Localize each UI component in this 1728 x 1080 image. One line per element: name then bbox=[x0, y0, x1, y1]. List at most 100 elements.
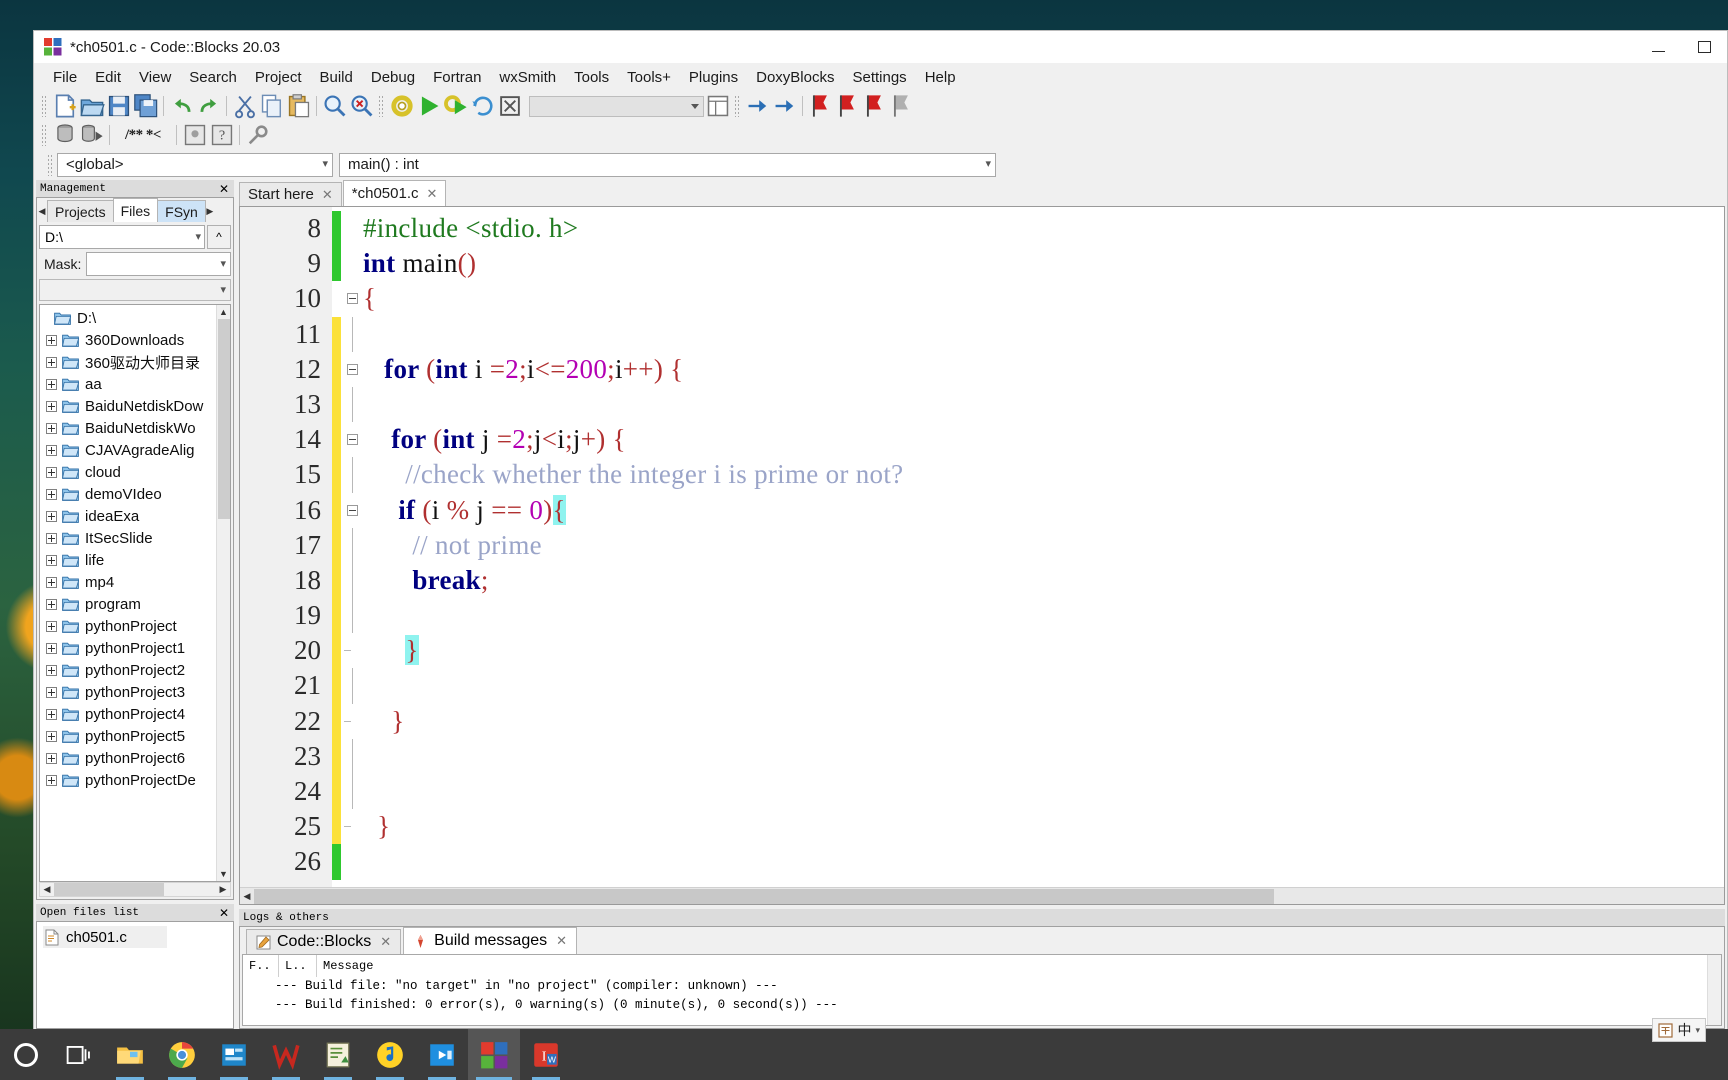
expand-icon[interactable] bbox=[46, 422, 57, 434]
file-tree[interactable]: D:\ 360Downloads 360驱动大师目录 aa BaiduNetdiskDo… bbox=[39, 304, 231, 882]
replace-icon[interactable] bbox=[348, 93, 375, 119]
task-view-icon[interactable] bbox=[52, 1029, 104, 1080]
build-messages-grid[interactable]: F.. L.. Message --- Build file: "no targ… bbox=[242, 954, 1722, 1026]
menu-item-settings[interactable]: Settings bbox=[843, 66, 915, 89]
run-icon[interactable] bbox=[415, 93, 442, 119]
toolbar-grip[interactable] bbox=[378, 95, 385, 117]
ime-indicator[interactable]: 中 ▾ bbox=[1652, 1018, 1706, 1042]
menu-item-search[interactable]: Search bbox=[180, 66, 246, 89]
file-tree-row[interactable]: demoVIdeo bbox=[40, 483, 216, 505]
save-icon[interactable] bbox=[105, 93, 132, 119]
scrollbar-thumb[interactable] bbox=[218, 319, 230, 519]
doxyblocks-extract-icon[interactable] bbox=[51, 122, 78, 148]
doxyblocks-comment-button[interactable]: /** *< bbox=[114, 122, 172, 148]
expand-icon[interactable] bbox=[46, 444, 57, 456]
breakpoint-icon[interactable] bbox=[807, 93, 834, 119]
fold-margin[interactable] bbox=[341, 207, 363, 887]
log-tab-code-blocks[interactable]: Code::Blocks ✕ bbox=[246, 929, 402, 954]
file-tree-row[interactable]: pythonProject2 bbox=[40, 659, 216, 681]
code-line[interactable]: #include <stdio. h> bbox=[363, 211, 1724, 246]
build-and-run-icon[interactable] bbox=[442, 93, 469, 119]
menu-item-plugins[interactable]: Plugins bbox=[680, 66, 747, 89]
expand-icon[interactable] bbox=[46, 554, 57, 566]
menu-item-wxsmith[interactable]: wxSmith bbox=[490, 66, 565, 89]
expand-icon[interactable] bbox=[46, 532, 57, 544]
expand-icon[interactable] bbox=[46, 466, 57, 478]
file-tree-row[interactable]: pythonProject bbox=[40, 615, 216, 637]
expand-icon[interactable] bbox=[46, 488, 57, 500]
doxyblocks-config-icon[interactable] bbox=[244, 122, 271, 148]
expand-icon[interactable] bbox=[46, 334, 57, 346]
menu-item-view[interactable]: View bbox=[130, 66, 180, 89]
breakpoint-clear-icon[interactable] bbox=[888, 93, 915, 119]
close-icon[interactable]: ✕ bbox=[556, 933, 567, 949]
menu-item-tools[interactable]: Tools bbox=[565, 66, 618, 89]
expand-icon[interactable] bbox=[46, 774, 57, 786]
build-target-combo[interactable] bbox=[529, 95, 704, 117]
file-tree-row[interactable]: 360驱动大师目录 bbox=[40, 351, 216, 373]
fold-toggle-icon[interactable] bbox=[341, 422, 363, 457]
build-message-row[interactable]: --- Build file: "no target" in "no proje… bbox=[243, 977, 1707, 996]
menu-item-doxyblocks[interactable]: DoxyBlocks bbox=[747, 66, 843, 89]
file-tree-row[interactable]: 360Downloads bbox=[40, 329, 216, 351]
chrome-icon[interactable] bbox=[156, 1029, 208, 1080]
minimize-button[interactable] bbox=[1635, 31, 1681, 63]
column-header-message[interactable]: Message bbox=[317, 955, 1707, 977]
paste-icon[interactable] bbox=[285, 93, 312, 119]
doxyblocks-wizard-icon[interactable] bbox=[181, 122, 208, 148]
menu-item-tools-[interactable]: Tools+ bbox=[618, 66, 680, 89]
kugou-icon[interactable] bbox=[364, 1029, 416, 1080]
expand-icon[interactable] bbox=[46, 730, 57, 742]
scroll-left-icon[interactable]: ◀ bbox=[40, 884, 54, 895]
new-file-icon[interactable] bbox=[51, 93, 78, 119]
undo-icon[interactable] bbox=[168, 93, 195, 119]
code-line[interactable]: } bbox=[363, 633, 1724, 668]
find-icon[interactable] bbox=[321, 93, 348, 119]
rebuild-icon[interactable] bbox=[469, 93, 496, 119]
toolbar-grip[interactable] bbox=[41, 95, 48, 117]
file-tree-row[interactable]: pythonProject4 bbox=[40, 703, 216, 725]
fold-toggle-icon[interactable] bbox=[341, 493, 363, 528]
close-icon[interactable]: ✕ bbox=[219, 182, 229, 196]
notepad-plus-icon[interactable] bbox=[312, 1029, 364, 1080]
log-tab-build-messages[interactable]: Build messages ✕ bbox=[403, 927, 578, 954]
file-tree-row[interactable]: pythonProject5 bbox=[40, 725, 216, 747]
code-line[interactable]: // not prime bbox=[363, 528, 1724, 563]
expand-icon[interactable] bbox=[46, 510, 57, 522]
code-line[interactable] bbox=[363, 844, 1724, 879]
management-tab-projects[interactable]: Projects bbox=[47, 200, 114, 222]
wps-office-icon[interactable] bbox=[260, 1029, 312, 1080]
expand-icon[interactable] bbox=[46, 378, 57, 390]
expand-icon[interactable] bbox=[46, 598, 57, 610]
file-tree-row[interactable]: BaiduNetdiskWo bbox=[40, 417, 216, 439]
scrollbar-thumb[interactable] bbox=[254, 888, 1274, 904]
expand-icon[interactable] bbox=[46, 576, 57, 588]
wps-presentation-icon[interactable] bbox=[208, 1029, 260, 1080]
logs-vertical-scrollbar[interactable] bbox=[1707, 955, 1721, 1025]
scrollbar-thumb[interactable] bbox=[54, 883, 164, 896]
expand-icon[interactable] bbox=[46, 686, 57, 698]
file-tree-row[interactable]: CJAVAgradeAlig bbox=[40, 439, 216, 461]
code-line[interactable]: break; bbox=[363, 563, 1724, 598]
code-line[interactable]: for (int j =2;j<i;j+) { bbox=[363, 422, 1724, 457]
menu-item-file[interactable]: File bbox=[44, 66, 86, 89]
expand-icon[interactable] bbox=[46, 708, 57, 720]
file-tree-row[interactable]: pythonProject1 bbox=[40, 637, 216, 659]
file-tree-row[interactable]: D:\ bbox=[40, 307, 216, 329]
column-header-file[interactable]: F.. bbox=[243, 955, 279, 977]
fold-toggle-icon[interactable] bbox=[341, 281, 363, 316]
expand-icon[interactable] bbox=[46, 664, 57, 676]
file-tree-row[interactable]: pythonProjectDe bbox=[40, 769, 216, 791]
code-line[interactable]: } bbox=[363, 809, 1724, 844]
go-up-button[interactable]: ^ bbox=[207, 225, 231, 249]
code-line[interactable] bbox=[363, 774, 1724, 809]
codeblocks-icon[interactable] bbox=[468, 1029, 520, 1080]
menu-item-help[interactable]: Help bbox=[916, 66, 965, 89]
path-combo[interactable]: D:\ ▾ bbox=[39, 225, 205, 249]
menu-item-debug[interactable]: Debug bbox=[362, 66, 424, 89]
expand-icon[interactable] bbox=[46, 642, 57, 654]
redo-icon[interactable] bbox=[195, 93, 222, 119]
code-line[interactable]: for (int i =2;i<=200;i++) { bbox=[363, 352, 1724, 387]
file-tree-row[interactable]: ideaExa bbox=[40, 505, 216, 527]
open-file-icon[interactable] bbox=[78, 93, 105, 119]
